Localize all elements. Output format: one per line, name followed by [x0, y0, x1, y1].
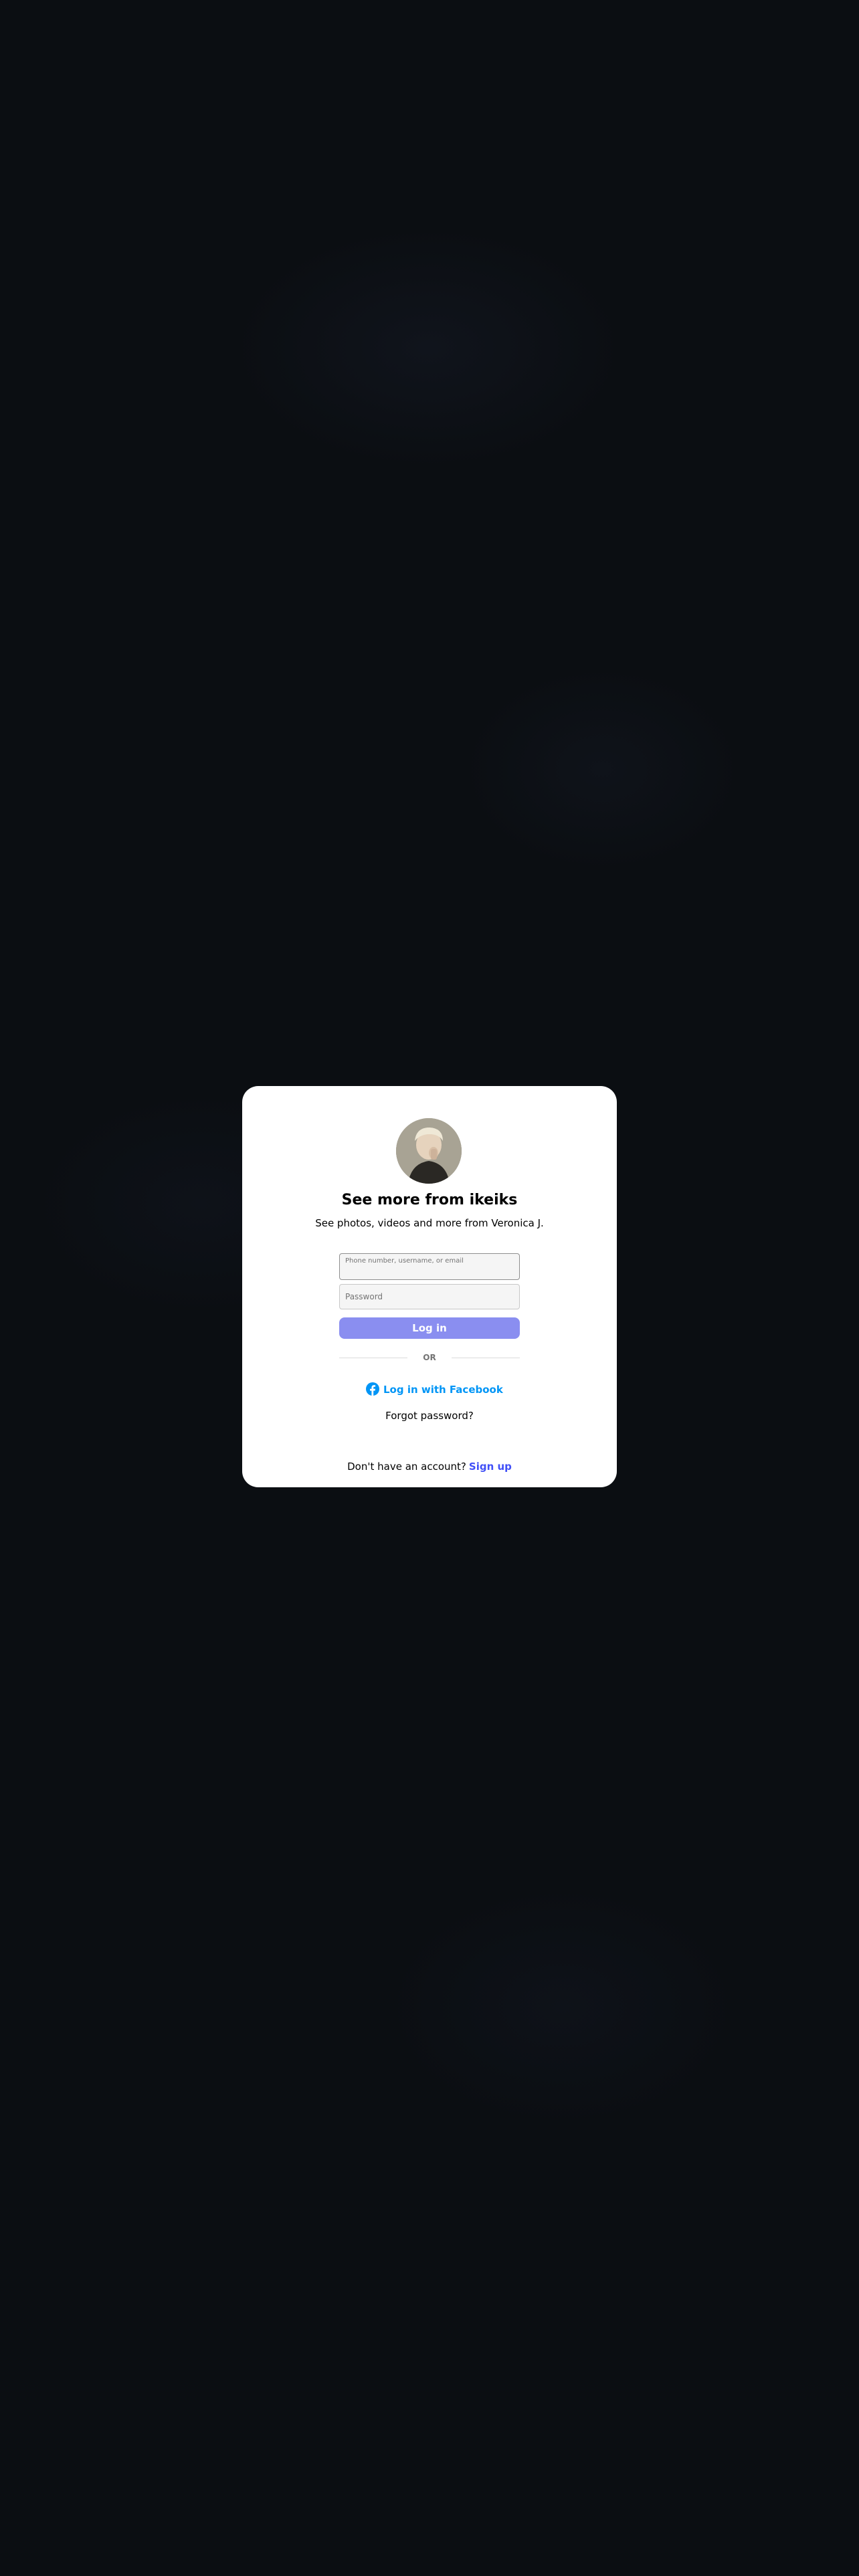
no-account-text: Don't have an account? [347, 1461, 466, 1473]
or-divider: OR [339, 1352, 520, 1363]
facebook-icon [366, 1382, 379, 1396]
facebook-login-label: Log in with Facebook [383, 1384, 503, 1396]
profile-avatar [396, 1118, 462, 1184]
forgot-password-link[interactable]: Forgot password? [242, 1410, 617, 1422]
modal-title: See more from ikeiks [341, 1192, 518, 1208]
login-modal: See more from ikeiks See photos, videos … [242, 1086, 617, 1487]
signup-row: Don't have an account? Sign up [242, 1461, 617, 1473]
username-input[interactable]: Phone number, username, or email [339, 1253, 520, 1280]
username-input-placeholder: Phone number, username, or email [345, 1257, 464, 1265]
password-input-placeholder: Password [345, 1292, 383, 1301]
login-button[interactable]: Log in [339, 1317, 520, 1339]
signup-link[interactable]: Sign up [469, 1461, 512, 1473]
facebook-login-button[interactable]: Log in with Facebook [366, 1382, 503, 1398]
password-input[interactable]: Password [339, 1284, 520, 1309]
modal-subtitle: See photos, videos and more from Veronic… [315, 1217, 544, 1229]
